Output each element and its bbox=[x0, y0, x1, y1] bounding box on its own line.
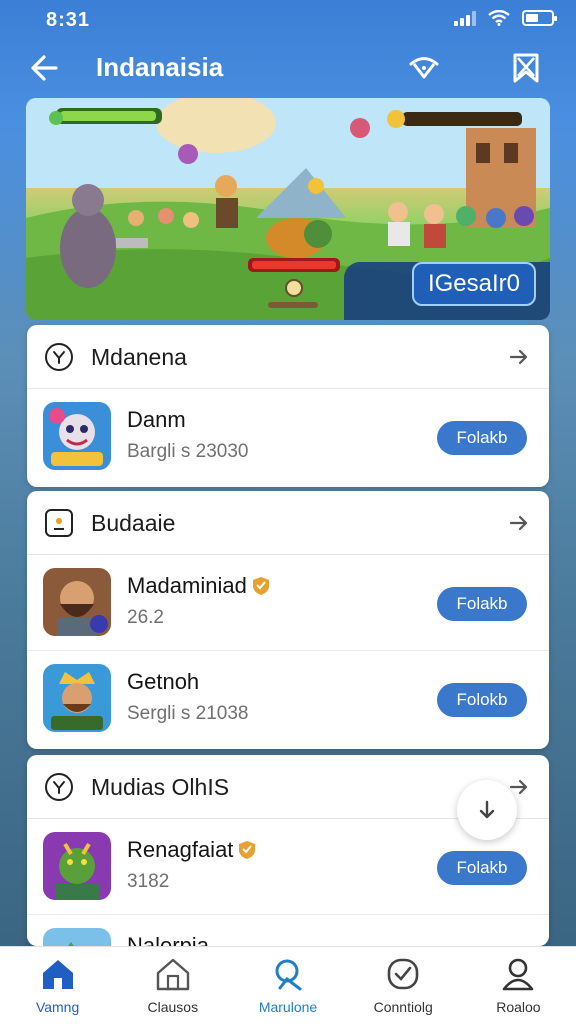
location-pin-icon bbox=[45, 343, 73, 371]
section-header[interactable]: Mdanena bbox=[27, 325, 549, 389]
house-outline-icon bbox=[156, 958, 189, 991]
nav-label: Vamng bbox=[35, 999, 80, 1015]
app-bar: Indanaisia bbox=[0, 40, 576, 96]
list-item[interactable]: Madaminiad 26.2 Folakb bbox=[27, 555, 549, 651]
arrow-down-icon bbox=[479, 800, 495, 819]
wifi-status-icon bbox=[488, 10, 510, 26]
item-subtitle: Bargli s 23030 bbox=[127, 441, 249, 462]
search-icon bbox=[275, 959, 302, 991]
list-item[interactable]: Getnoh Sergli s 21038 Folokb bbox=[27, 651, 549, 747]
section-header[interactable]: Budaaie bbox=[27, 491, 549, 555]
signal-icon bbox=[454, 10, 476, 26]
battery-level bbox=[526, 14, 538, 22]
bottom-navigation: Vamng Clausos Marulone Conntiolg Roaloo bbox=[0, 946, 576, 1024]
wifi-icon bbox=[409, 57, 439, 79]
status-time: 8:31 bbox=[46, 9, 91, 31]
item-name: Nalerpia bbox=[127, 933, 209, 946]
nav-item-search[interactable]: Marulone bbox=[230, 947, 345, 1024]
nav-item-home[interactable]: Vamng bbox=[0, 947, 115, 1024]
section-title: Mdanena bbox=[91, 344, 187, 370]
wifi-button[interactable] bbox=[404, 50, 444, 86]
mountain-landscape-thumbnail bbox=[43, 928, 111, 946]
nav-item-profile[interactable]: Roaloo bbox=[461, 947, 576, 1024]
crowned-king-thumbnail bbox=[43, 664, 111, 732]
scroll-down-button[interactable] bbox=[457, 780, 517, 840]
page-title: Indanaisia bbox=[96, 52, 224, 82]
clown-hero-thumbnail bbox=[43, 402, 111, 470]
item-name: Renagfaiat bbox=[127, 837, 257, 863]
section-title: Budaaie bbox=[91, 510, 176, 536]
banner-cta-button[interactable]: IGesaIr0 bbox=[412, 262, 536, 306]
nav-label: Marulone bbox=[258, 999, 318, 1015]
status-bar: 8:31 bbox=[0, 0, 576, 40]
green-goblin-thumbnail bbox=[43, 832, 111, 900]
featured-banner[interactable]: IGesaIr0 bbox=[26, 98, 550, 320]
crest-badge-icon bbox=[252, 577, 269, 595]
home-icon bbox=[42, 960, 73, 989]
list-item[interactable]: Nalerpia bbox=[27, 915, 549, 946]
crest-badge-icon bbox=[239, 841, 256, 859]
arrow-right-icon bbox=[509, 349, 528, 365]
item-name: Danm bbox=[127, 407, 186, 432]
battery-icon bbox=[522, 10, 557, 26]
section-title: Mudias OlhIS bbox=[91, 774, 230, 800]
arrow-left-icon bbox=[31, 55, 58, 81]
item-subtitle: 3182 bbox=[127, 871, 170, 892]
nav-item-classes[interactable]: Clausos bbox=[115, 947, 230, 1024]
location-pin-icon bbox=[45, 773, 73, 801]
arrow-right-icon bbox=[509, 515, 528, 531]
nav-label: Roaloo bbox=[496, 999, 541, 1015]
bearded-warrior-thumbnail bbox=[43, 568, 111, 636]
shield-check-icon bbox=[387, 958, 419, 990]
item-name: Madaminiad bbox=[127, 573, 271, 599]
profile-icon bbox=[503, 958, 534, 991]
list-item[interactable]: Danm Bargli s 23030 Folakb bbox=[27, 389, 549, 485]
bookmark-button[interactable] bbox=[506, 50, 546, 86]
follow-button[interactable]: Folakb bbox=[437, 587, 527, 621]
status-icons bbox=[454, 10, 557, 26]
item-name: Getnoh bbox=[127, 669, 200, 694]
follow-button[interactable]: Folakb bbox=[437, 421, 527, 455]
section-card: Budaaie Madaminiad 26.2 Folakb Getnoh Se… bbox=[27, 491, 549, 749]
bookmark-x-icon bbox=[513, 53, 539, 83]
follow-button[interactable]: Folokb bbox=[437, 683, 527, 717]
item-subtitle: 26.2 bbox=[127, 607, 164, 628]
follow-button[interactable]: Folakb bbox=[437, 851, 527, 885]
section-card: Mdanena Danm Bargli s 23030 Folakb bbox=[27, 325, 549, 487]
nav-item-control[interactable]: Conntiolg bbox=[346, 947, 461, 1024]
id-card-icon bbox=[45, 509, 73, 537]
nav-label: Conntiolg bbox=[373, 999, 433, 1015]
back-button[interactable] bbox=[26, 50, 66, 86]
item-subtitle: Sergli s 21038 bbox=[127, 703, 249, 724]
nav-label: Clausos bbox=[147, 999, 199, 1015]
